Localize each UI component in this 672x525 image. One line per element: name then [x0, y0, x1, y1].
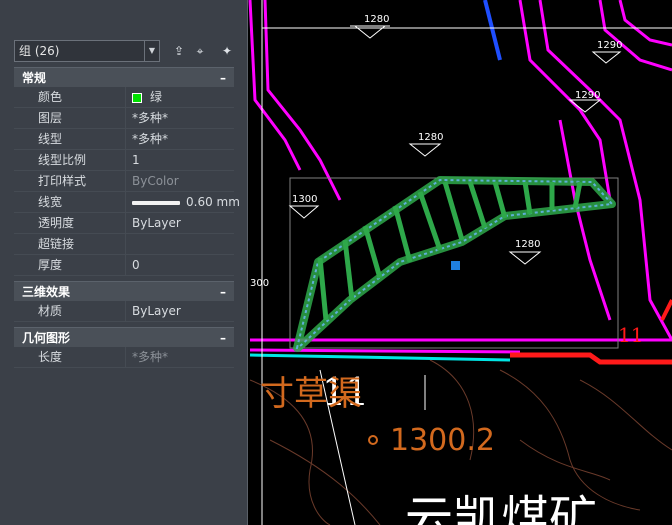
prop-key: 材质 — [38, 304, 63, 318]
prop-key: 透明度 — [38, 216, 75, 230]
section-general[interactable]: 常规 – — [14, 67, 234, 87]
prop-value: *多种* — [125, 129, 234, 149]
mine-label: 云凯煤矿 — [405, 491, 597, 525]
section-title: 常规 — [22, 71, 47, 85]
spot-elevation: 1300.2 — [390, 423, 495, 458]
elev-label: 1280 — [364, 14, 389, 25]
prop-value: ByLayer — [125, 213, 234, 233]
chevron-down-icon[interactable]: ▼ — [144, 41, 159, 61]
section-title: 三维效果 — [22, 285, 71, 299]
prop-key: 线宽 — [38, 195, 63, 209]
prop-row-linetype-scale[interactable]: 线型比例 1 — [14, 150, 234, 171]
prop-key: 图层 — [38, 111, 63, 125]
select-objects-icon[interactable]: ⌖ — [192, 42, 208, 60]
section-title: 几何图形 — [22, 331, 71, 345]
prop-row-lineweight[interactable]: 线宽 0.60 mm — [14, 192, 240, 213]
collapse-icon[interactable]: – — [220, 68, 226, 88]
elev-label: 300 — [250, 278, 269, 289]
quick-select-icon[interactable]: ✦ — [219, 42, 235, 60]
prop-row-color[interactable]: 颜色 绿 — [14, 87, 234, 108]
elev-label: 1300 — [292, 194, 317, 205]
prop-key: 长度 — [38, 350, 63, 364]
prop-key: 厚度 — [38, 258, 63, 272]
prop-row-hyperlink[interactable]: 超链接 — [14, 234, 234, 255]
collapse-icon[interactable]: – — [220, 328, 226, 348]
section-3d-visualization[interactable]: 三维效果 – — [14, 281, 234, 301]
grip-handle[interactable] — [451, 261, 460, 270]
prop-row-length[interactable]: 长度 *多种* — [14, 347, 234, 368]
properties-palette: 组 (26) ▼ ⇪ ⌖ ✦ 常规 – 颜色 绿 图层 *多种* 线型 *多种*… — [0, 0, 248, 525]
selection-dropdown[interactable]: 组 (26) ▼ — [14, 40, 160, 62]
section-mark-right: 11 — [618, 323, 643, 347]
prop-value: ByColor — [125, 171, 234, 191]
elev-label: 1290 — [575, 90, 600, 101]
prop-key: 打印样式 — [38, 174, 87, 188]
prop-row-thickness[interactable]: 厚度 0 — [14, 255, 234, 276]
prop-value: *多种* — [125, 108, 234, 128]
prop-row-transparency[interactable]: 透明度 ByLayer — [14, 213, 234, 234]
prop-key: 线型 — [38, 132, 63, 146]
prop-key: 超链接 — [38, 237, 75, 251]
prop-value: 1 — [125, 150, 234, 170]
prop-value: ByLayer — [125, 301, 234, 321]
prop-value — [125, 234, 234, 254]
prop-value: 0 — [125, 255, 234, 275]
prop-row-layer[interactable]: 图层 *多种* — [14, 108, 234, 129]
prop-value: *多种* — [125, 347, 234, 367]
section-geometry[interactable]: 几何图形 – — [14, 327, 234, 347]
prop-row-linetype[interactable]: 线型 *多种* — [14, 129, 234, 150]
lineweight-sample-icon — [132, 200, 180, 205]
prop-value: 0.60 mm — [186, 195, 240, 209]
prop-row-material[interactable]: 材质 ByLayer — [14, 301, 234, 322]
prop-value: 绿 — [150, 90, 163, 104]
elev-label: 1290 — [597, 40, 622, 51]
elev-label: 1280 — [418, 132, 443, 143]
toggle-pickadd-icon[interactable]: ⇪ — [171, 42, 187, 60]
prop-row-plotstyle[interactable]: 打印样式 ByColor — [14, 171, 234, 192]
prop-key: 颜色 — [38, 90, 63, 104]
color-swatch-icon — [132, 92, 142, 103]
road-label: 寸草渠 — [260, 374, 362, 414]
selection-label: 组 (26) — [19, 44, 60, 58]
collapse-icon[interactable]: – — [220, 282, 226, 302]
elev-label: 1280 — [515, 239, 540, 250]
prop-key: 线型比例 — [38, 153, 87, 167]
